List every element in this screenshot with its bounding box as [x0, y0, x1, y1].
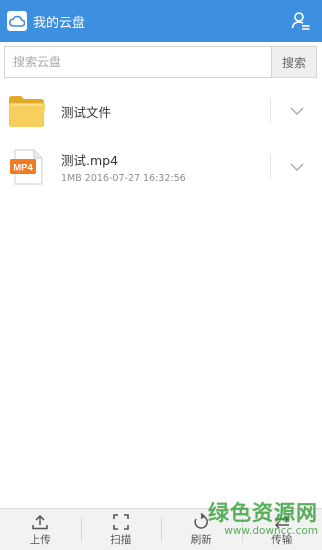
chevron-down-icon: [290, 163, 304, 171]
file-meta: 1MB 2016-07-27 16:32:56: [61, 173, 186, 184]
upload-icon: [31, 513, 49, 531]
transfer-icon: [273, 513, 291, 531]
refresh-label: 刷新: [190, 533, 212, 546]
upload-button[interactable]: 上传: [0, 509, 81, 550]
refresh-icon: [192, 512, 210, 531]
expand-menu-button[interactable]: [285, 157, 309, 177]
bottom-toolbar: 上传 扫描 刷新 传输: [0, 508, 322, 550]
user-icon: [291, 12, 310, 30]
mp4-file-icon: MP4: [8, 149, 46, 185]
file-name: 测试.mp4: [61, 153, 119, 168]
scan-button[interactable]: 扫描: [80, 509, 162, 550]
row-divider: [270, 98, 271, 124]
transfer-label: 传输: [271, 533, 293, 546]
scan-label: 扫描: [110, 533, 132, 546]
file-row-folder[interactable]: 测试文件: [0, 84, 322, 138]
file-row-mp4[interactable]: MP4 测试.mp4 1MB 2016-07-27 16:32:56: [0, 140, 322, 194]
file-info: 测试.mp4 1MB 2016-07-27 16:32:56: [61, 140, 186, 194]
expand-menu-button[interactable]: [285, 101, 309, 121]
transfer-button[interactable]: 传输: [241, 509, 322, 550]
file-name: 测试文件: [61, 104, 112, 120]
folder-icon: [8, 93, 46, 129]
cloud-icon: [7, 11, 27, 31]
app-header: 我的云盘: [0, 0, 322, 42]
scan-icon: [112, 513, 130, 531]
page-title: 我的云盘: [33, 15, 86, 31]
search-bar: 搜索: [4, 46, 317, 78]
user-button[interactable]: [290, 10, 312, 32]
mp4-badge: MP4: [13, 163, 33, 174]
search-button[interactable]: 搜索: [271, 47, 316, 77]
search-input[interactable]: [5, 47, 271, 77]
upload-label: 上传: [29, 533, 51, 546]
chevron-down-icon: [290, 107, 304, 115]
row-divider: [270, 154, 271, 180]
refresh-button[interactable]: 刷新: [161, 509, 242, 550]
cloud-disk-app: 我的云盘 搜索 测试文件: [0, 0, 322, 550]
file-info: 测试文件: [61, 84, 111, 138]
